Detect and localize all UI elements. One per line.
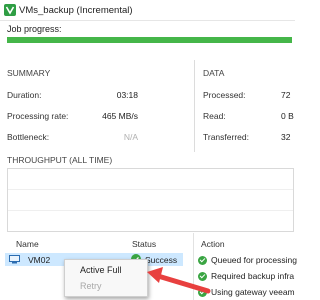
read-label: Read: [203, 111, 226, 121]
window-title: VMs_backup (Incremental) [19, 5, 133, 16]
action-log-item: Using gateway veeam [198, 287, 295, 298]
status-column-header[interactable]: Status [132, 239, 156, 249]
action-column-header[interactable]: Action [201, 239, 225, 249]
veeam-app-icon [4, 4, 16, 16]
summary-heading: SUMMARY [7, 68, 51, 78]
gridline [8, 189, 293, 190]
vm-status: Success [145, 255, 178, 265]
processed-value: 72 [281, 90, 291, 100]
context-menu: Active Full Retry [64, 259, 148, 297]
duration-label: Duration: [7, 90, 42, 100]
data-heading: DATA [203, 68, 225, 78]
throughput-heading: THROUGHPUT (ALL TIME) [7, 155, 113, 165]
job-progress-label: Job progress: [7, 24, 62, 34]
processing-rate-value: 465 MB/s [102, 111, 138, 121]
processed-label: Processed: [203, 90, 246, 100]
vm-name: VM02 [28, 255, 51, 265]
vm-icon [9, 255, 20, 264]
job-progress-fill [7, 37, 292, 43]
gridline [8, 210, 293, 211]
job-progress-bar [7, 37, 292, 43]
success-check-icon [198, 256, 207, 266]
bottleneck-value: N/A [123, 132, 138, 142]
success-check-icon [198, 288, 207, 298]
processing-rate-label: Processing rate: [7, 111, 69, 121]
section-divider [194, 60, 195, 152]
action-log-item: Required backup infra [198, 271, 294, 282]
transferred-value: 32 [281, 132, 291, 142]
name-column-header[interactable]: Name [16, 239, 39, 249]
menu-item-retry[interactable]: Retry [80, 281, 102, 291]
title-bar: VMs_backup (Incremental) [0, 0, 295, 21]
throughput-chart-area [7, 168, 294, 232]
success-check-icon [198, 272, 207, 282]
menu-item-active-full[interactable]: Active Full [80, 265, 122, 275]
action-log-item: Queued for processing [198, 255, 297, 266]
duration-value: 03:18 [116, 90, 138, 100]
bottleneck-label: Bottleneck: [7, 132, 50, 142]
read-value: 0 B [281, 111, 294, 121]
transferred-label: Transferred: [203, 132, 249, 142]
